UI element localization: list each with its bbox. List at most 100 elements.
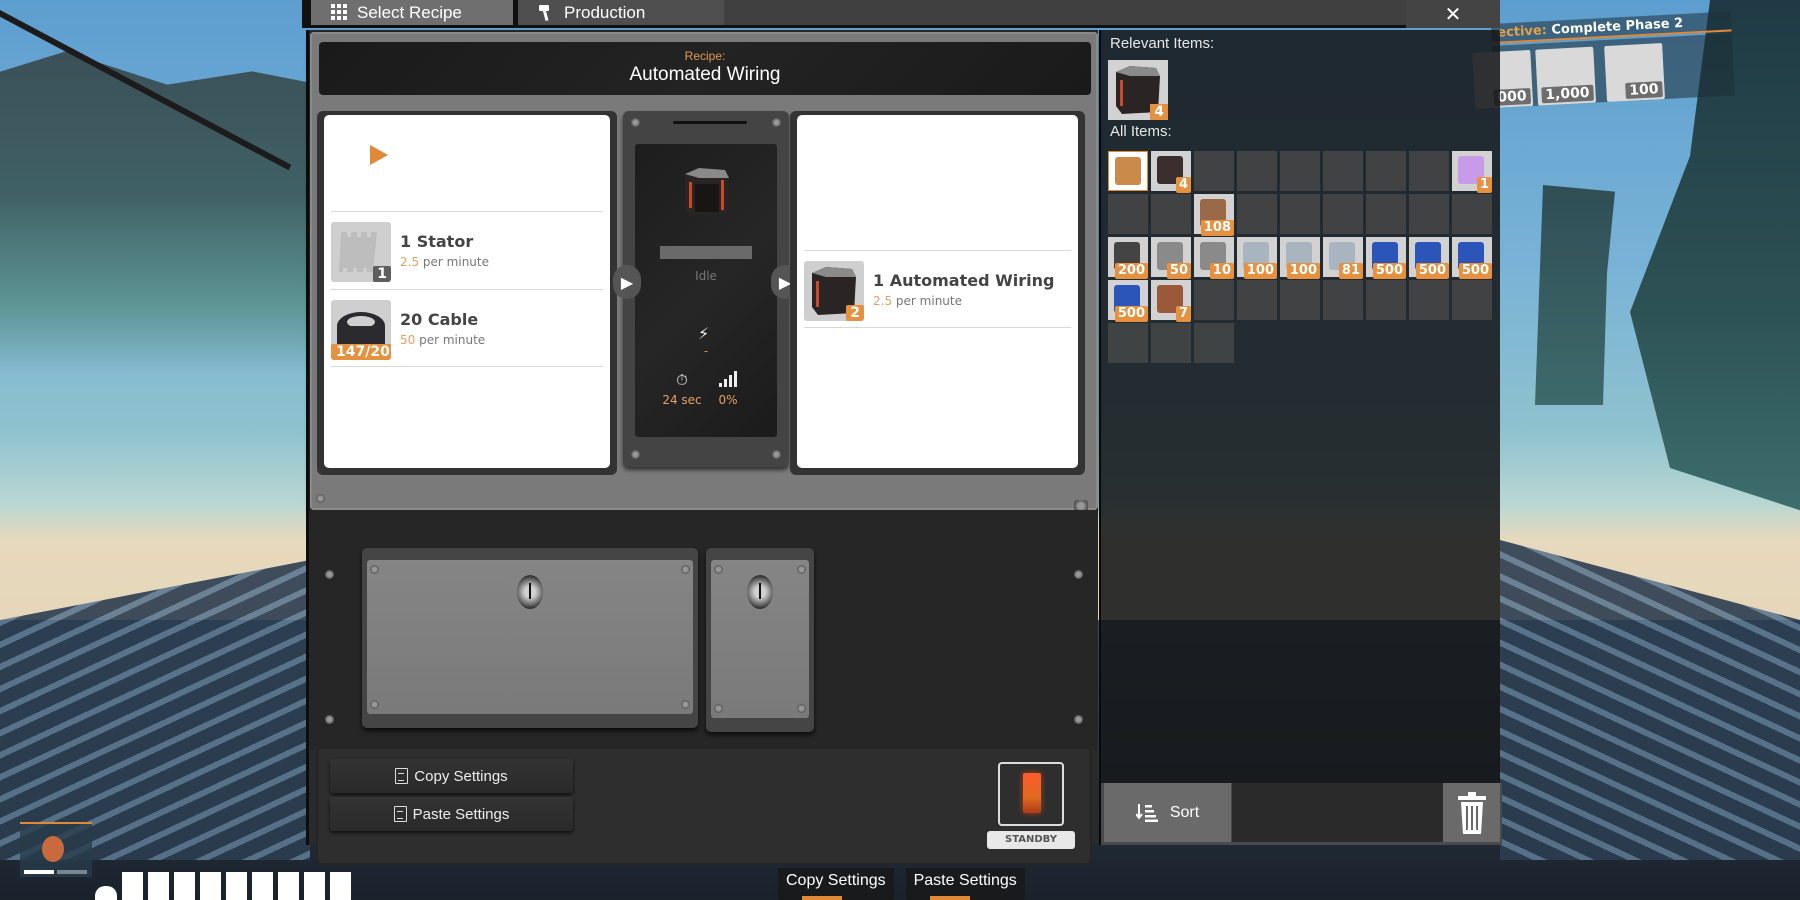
- inventory-panel: Relevant Items: 4 All Items: 4 1 108 200 50 1…: [1099, 30, 1502, 845]
- sort-button[interactable]: Sort: [1104, 783, 1231, 842]
- item-count: 1: [1476, 177, 1492, 193]
- inventory-slot-empty[interactable]: [1409, 151, 1449, 191]
- inventory-slot[interactable]: 50: [1151, 237, 1191, 279]
- input-panel: 1 1 Stator 2.5 per minute 147/20 20 Cabl…: [317, 111, 617, 475]
- inventory-slot[interactable]: 81: [1323, 237, 1363, 279]
- all-items-title: All Items:: [1110, 123, 1172, 140]
- trash-button[interactable]: [1443, 783, 1500, 842]
- sort-label: Sort: [1169, 803, 1200, 821]
- item-count: 108: [1200, 220, 1234, 236]
- inventory-slot-empty[interactable]: [1366, 280, 1406, 320]
- copy-settings-button[interactable]: Copy Settings: [330, 759, 573, 793]
- trash-icon: [1457, 791, 1486, 834]
- item-count: 200: [1114, 263, 1148, 279]
- bar-chart-icon: [703, 371, 753, 393]
- hint-label: Paste Settings: [913, 872, 1017, 889]
- locker-door: [711, 560, 809, 718]
- relevant-item-slot[interactable]: 4: [1108, 60, 1168, 120]
- hotbar-slot[interactable]: [226, 872, 247, 900]
- input-item-stator[interactable]: 1 1 Stator 2.5 per minute: [331, 211, 603, 289]
- output-item-automated-wiring[interactable]: 2 1 Automated Wiring 2.5 per minute: [804, 250, 1071, 328]
- inventory-slot[interactable]: 4: [1151, 151, 1191, 193]
- input-item-name: 1 Stator: [400, 232, 474, 251]
- tab-select-recipe[interactable]: Select Recipe: [311, 0, 513, 25]
- panel-slot: [673, 121, 747, 124]
- inventory-slot-empty[interactable]: [1151, 323, 1191, 363]
- inventory-slot-empty[interactable]: [1151, 194, 1191, 234]
- inventory-slot[interactable]: 10: [1194, 237, 1234, 279]
- paste-settings-label: Paste Settings: [412, 805, 510, 823]
- inventory-slot-empty[interactable]: [1237, 151, 1277, 191]
- standby-switch[interactable]: [998, 762, 1064, 826]
- objective-item-count: 1,000: [1540, 84, 1594, 104]
- inventory-slot-empty[interactable]: [1323, 151, 1363, 191]
- hotbar-slot[interactable]: [200, 872, 221, 900]
- output-buffer-locker[interactable]: [706, 548, 814, 732]
- inventory-slot[interactable]: 1: [1452, 151, 1492, 193]
- inventory-slot-empty[interactable]: [1280, 194, 1320, 234]
- tab-bar-spacer: [724, 0, 1407, 25]
- inventory-slot-empty[interactable]: [1452, 194, 1492, 234]
- inventory-slot-empty[interactable]: [1323, 194, 1363, 234]
- inventory-slot-empty[interactable]: [1409, 280, 1449, 320]
- input-buffer-locker[interactable]: [362, 548, 698, 728]
- inventory-slot-empty[interactable]: [1280, 280, 1320, 320]
- inventory-slot-empty[interactable]: [1366, 194, 1406, 234]
- recipe-section: Recipe: Automated Wiring 1 1 Stator 2.5 …: [310, 32, 1098, 529]
- inventory-slot-empty[interactable]: [1237, 194, 1277, 234]
- output-item-rate: 2.5 per minute: [873, 294, 962, 308]
- input-item-cable[interactable]: 147/20 20 Cable 50 per minute: [331, 289, 603, 367]
- inventory-slot[interactable]: 500: [1409, 237, 1449, 279]
- hotbar-slot[interactable]: [174, 872, 195, 900]
- hotbar-slot[interactable]: [122, 872, 143, 900]
- inventory-slot-empty[interactable]: [1108, 194, 1148, 234]
- inventory-slot-empty[interactable]: [1280, 151, 1320, 191]
- inventory-slot-empty[interactable]: [1194, 280, 1234, 320]
- rate-unit: per minute: [422, 255, 489, 269]
- heart-icon: [95, 886, 117, 900]
- lock-icon: [747, 575, 773, 609]
- inventory-slot-empty[interactable]: [1452, 280, 1492, 320]
- screw: [1074, 715, 1083, 724]
- standby-label: STANDBY: [987, 831, 1075, 849]
- relevant-items-title: Relevant Items:: [1110, 35, 1215, 52]
- lock-icon: [517, 575, 543, 609]
- inventory-slot[interactable]: 200: [1108, 237, 1148, 279]
- hotbar-slot[interactable]: [278, 872, 299, 900]
- inventory-slot-empty[interactable]: [1194, 151, 1234, 191]
- inventory-slot-empty[interactable]: [1194, 323, 1234, 363]
- item-count: 500: [1372, 263, 1406, 279]
- close-button[interactable]: ✕: [1406, 0, 1500, 28]
- input-item-name: 20 Cable: [400, 310, 479, 329]
- item-count: 100: [1286, 263, 1320, 279]
- inventory-slot[interactable]: 500: [1452, 237, 1492, 279]
- paste-icon: [393, 806, 407, 822]
- inventory-slot-empty[interactable]: [1323, 280, 1363, 320]
- sort-icon: [1135, 803, 1158, 822]
- hotbar-slot[interactable]: [304, 872, 325, 900]
- inventory-slot[interactable]: [1108, 151, 1148, 191]
- inventory-slot-empty[interactable]: [1366, 151, 1406, 191]
- hotbar-slot[interactable]: [330, 872, 351, 900]
- cable-icon: 147/20: [331, 300, 391, 360]
- output-panel: 2 1 Automated Wiring 2.5 per minute: [790, 111, 1085, 475]
- objective-items: 000 1,000 100: [1472, 33, 1735, 109]
- tab-production[interactable]: Production: [518, 0, 724, 25]
- player-portrait: [20, 822, 92, 877]
- item-count: 500: [1415, 263, 1449, 279]
- inventory-slot[interactable]: 500: [1366, 237, 1406, 279]
- inventory-slot[interactable]: 108: [1194, 194, 1234, 236]
- inventory-slot[interactable]: 100: [1237, 237, 1277, 279]
- hotbar-slot[interactable]: [148, 872, 169, 900]
- inventory-slot-empty[interactable]: [1409, 194, 1449, 234]
- item-count: 4: [1175, 177, 1191, 193]
- hotbar-slot[interactable]: [252, 872, 273, 900]
- inventory-slot-empty[interactable]: [1237, 280, 1277, 320]
- inventory-slot[interactable]: 100: [1280, 237, 1320, 279]
- inventory-slot[interactable]: 500: [1108, 280, 1148, 322]
- screw: [681, 565, 690, 574]
- key-indicator: [929, 896, 970, 900]
- inventory-slot-empty[interactable]: [1108, 323, 1148, 363]
- paste-settings-button[interactable]: Paste Settings: [330, 797, 573, 831]
- inventory-slot[interactable]: 7: [1151, 280, 1191, 322]
